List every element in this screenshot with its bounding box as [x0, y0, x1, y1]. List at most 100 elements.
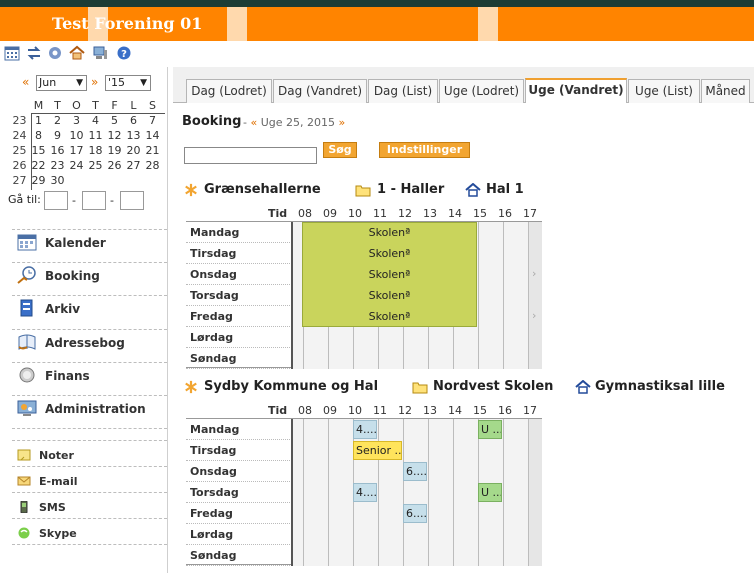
day-label: Fredag	[190, 310, 233, 323]
scroll-column[interactable]	[528, 440, 542, 461]
venue-name[interactable]: Grænsehallerne	[204, 182, 321, 197]
scroll-column[interactable]	[528, 285, 542, 306]
tab-uge-lodret[interactable]: Uge (Lodret)	[439, 79, 524, 103]
grid-line	[428, 545, 429, 566]
header-decoration	[227, 7, 247, 41]
grid-line	[328, 482, 329, 503]
year-select[interactable]: '15 ▼	[105, 75, 151, 91]
grid-line	[428, 524, 429, 545]
grid-line	[328, 348, 329, 369]
grid-line	[453, 461, 454, 482]
hall-name[interactable]: Hal 1	[486, 182, 524, 197]
month-select[interactable]: Jun ▼	[36, 75, 87, 91]
prev-week-button[interactable]: «	[250, 116, 257, 129]
grid-line	[428, 348, 429, 369]
hour-label: 15	[473, 207, 487, 220]
time-cells[interactable]	[291, 440, 542, 461]
view-tabs: Dag (Lodret) Dag (Vandret) Dag (List) Uge (…	[173, 67, 754, 103]
help-icon[interactable]: ?	[116, 45, 132, 61]
scroll-column[interactable]	[528, 545, 542, 566]
goto-day-input[interactable]	[44, 191, 68, 210]
grid-line	[403, 348, 404, 369]
booking-label[interactable]: Skolenª	[302, 289, 477, 302]
goto-month-input[interactable]	[82, 191, 106, 210]
asterisk-icon	[184, 380, 200, 394]
grid-line	[378, 482, 379, 503]
goto-label: Gå til:	[8, 193, 41, 206]
grid-line	[478, 440, 479, 461]
time-cells[interactable]	[291, 327, 542, 348]
scroll-column[interactable]	[528, 419, 542, 440]
next-month-button[interactable]: »	[91, 75, 98, 90]
weekday-header: O	[72, 99, 81, 112]
archive-icon	[17, 299, 37, 317]
hall-name[interactable]: Gymnastiksal lille	[595, 379, 725, 394]
booking-block[interactable]: U ...	[478, 483, 502, 502]
scroll-column[interactable]	[528, 222, 542, 243]
sidebar-item-label: SMS	[39, 501, 66, 514]
search-button[interactable]: Søg	[323, 142, 357, 158]
time-cells[interactable]	[291, 545, 542, 566]
tab-dag-list[interactable]: Dag (List)	[368, 79, 438, 103]
booking-block[interactable]: 4....	[353, 420, 377, 439]
booking-block[interactable]: U ...	[478, 420, 502, 439]
grid-line	[378, 419, 379, 440]
scroll-column[interactable]	[528, 524, 542, 545]
swap-icon[interactable]	[26, 45, 42, 61]
goto-year-input[interactable]	[120, 191, 144, 210]
table-row: Søndag	[186, 348, 542, 369]
calendar-icon	[17, 233, 37, 251]
grid-line	[453, 419, 454, 440]
grid-line	[303, 348, 304, 369]
grid-line	[403, 482, 404, 503]
grid-line	[453, 524, 454, 545]
scroll-column[interactable]	[528, 482, 542, 503]
grid-line	[403, 545, 404, 566]
calendar-icon[interactable]	[4, 45, 20, 61]
time-cells[interactable]	[291, 482, 542, 503]
next-week-button[interactable]: »	[339, 116, 346, 129]
home-icon[interactable]	[69, 45, 85, 61]
sidebar-item-label: Arkiv	[45, 302, 81, 316]
booking-label[interactable]: Skolenª	[302, 247, 477, 260]
scroll-column[interactable]	[528, 243, 542, 264]
booking-label[interactable]: Skolenª	[302, 310, 477, 323]
day-label: Onsdag	[190, 465, 237, 478]
booking-block[interactable]: 6....	[403, 462, 427, 481]
scroll-column[interactable]: ›	[528, 264, 542, 285]
tab-dag-vandret[interactable]: Dag (Vandret)	[273, 79, 367, 103]
tab-uge-list[interactable]: Uge (List)	[628, 79, 700, 103]
settings-icon[interactable]	[47, 45, 63, 61]
tab-måned[interactable]: Måned	[701, 79, 750, 103]
weekday-header: S	[149, 99, 156, 112]
scroll-column[interactable]	[528, 503, 542, 524]
tab-uge-vandret[interactable]: Uge (Vandret)	[525, 78, 627, 103]
group-name[interactable]: 1 - Haller	[377, 182, 444, 197]
prev-month-button[interactable]: «	[22, 75, 29, 90]
computer-icon[interactable]	[92, 45, 108, 61]
booking-block[interactable]: 6....	[403, 504, 427, 523]
tab-dag-lodret[interactable]: Dag (Lodret)	[186, 79, 272, 103]
scroll-column[interactable]	[528, 348, 542, 369]
hour-label: 16	[498, 207, 512, 220]
settings-button[interactable]: Indstillinger	[379, 142, 470, 158]
booking-label[interactable]: Skolenª	[302, 268, 477, 281]
grid-line	[503, 524, 504, 545]
time-cells[interactable]	[291, 524, 542, 545]
scroll-column[interactable]	[528, 327, 542, 348]
grid-line	[403, 524, 404, 545]
grid-line	[328, 327, 329, 348]
menu-separator	[12, 544, 167, 545]
time-cells[interactable]	[291, 419, 542, 440]
booking-label[interactable]: Skolenª	[302, 226, 477, 239]
booking-block[interactable]: Senior ...	[353, 441, 402, 460]
venue-name[interactable]: Sydby Kommune og Hal	[204, 379, 378, 394]
scroll-column[interactable]: ›	[528, 306, 542, 327]
booking-block[interactable]: 4....	[353, 483, 377, 502]
search-input[interactable]	[184, 147, 317, 164]
grid-line	[353, 461, 354, 482]
scroll-column[interactable]	[528, 461, 542, 482]
group-name[interactable]: Nordvest Skolen	[433, 379, 553, 394]
grid-line	[303, 419, 304, 440]
time-cells[interactable]	[291, 348, 542, 369]
